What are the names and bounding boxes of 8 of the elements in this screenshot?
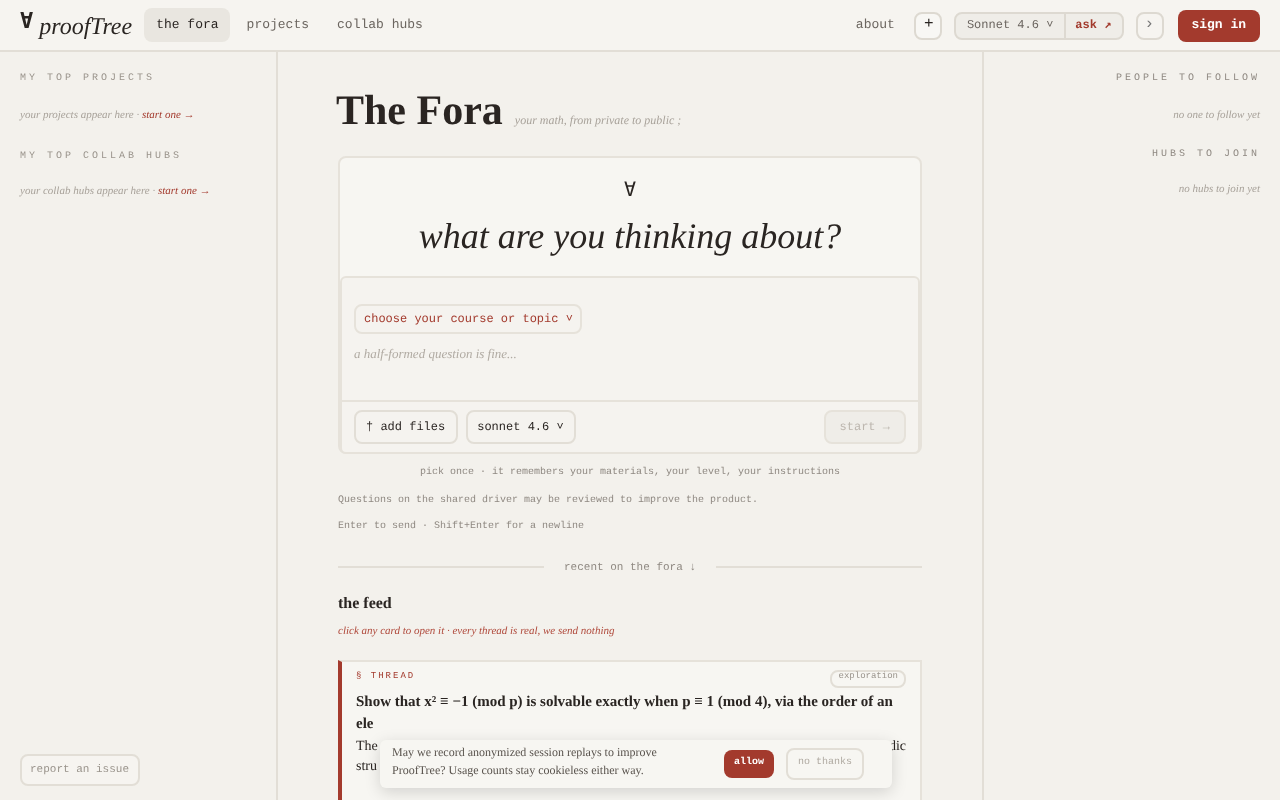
feed-title: the feed [338, 592, 394, 616]
hero-title: what are you thinking about? [418, 213, 842, 260]
plus-button[interactable]: + [914, 11, 943, 39]
forward-button[interactable]: › [1135, 11, 1164, 39]
forall-icon: ∀ [623, 177, 637, 207]
page-title: The Fora [336, 84, 503, 138]
logo[interactable]: proofTree [39, 7, 133, 43]
logo-icon: ∀ [20, 8, 34, 42]
